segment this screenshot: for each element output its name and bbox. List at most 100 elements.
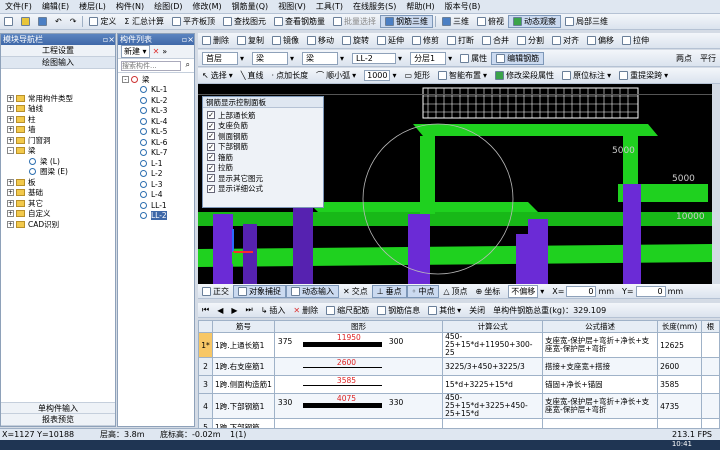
coord-toggle[interactable]: ⊕ 坐标 <box>472 286 505 297</box>
move-button[interactable]: 移动 <box>303 35 338 46</box>
checkbox-checked[interactable]: ✓ <box>207 132 215 141</box>
menu-item[interactable]: 钢筋量(Q) <box>227 1 274 12</box>
properties-button[interactable]: 属性 <box>456 53 491 64</box>
count-cell[interactable] <box>701 393 720 419</box>
relabel-span-button[interactable]: 重提梁跨 ▾ <box>615 70 672 81</box>
nav-tree-item[interactable]: + 基础 <box>7 188 115 199</box>
rebar-3d-button[interactable]: 钢筋三维 <box>380 15 434 28</box>
checkbox-checked[interactable]: ✓ <box>207 142 215 151</box>
rebar-option[interactable]: ✓ 显示其它图元 <box>207 173 323 184</box>
first-icon[interactable]: ⏮ <box>198 305 213 315</box>
checkbox-checked[interactable]: ✓ <box>207 121 215 130</box>
extend-button[interactable]: 延伸 <box>373 35 408 46</box>
length-cell[interactable]: 3585 <box>657 375 703 394</box>
radius-select[interactable]: 1000 ▾ <box>360 70 400 81</box>
table-row[interactable]: 1* 1跨.上通长筋1 375 11950 300 450-25+15*d+11950+3… <box>198 332 720 358</box>
count-cell[interactable] <box>701 375 720 394</box>
nav-tree-item[interactable]: + CAD识别 <box>7 219 115 230</box>
subtype-select[interactable]: 梁 ▾ <box>298 51 348 65</box>
delete-button[interactable]: 删除 <box>198 35 233 46</box>
x-coord-field[interactable]: X= 0 mm <box>548 285 618 297</box>
menu-item[interactable]: 编辑(E) <box>37 1 74 12</box>
nav-tree-item[interactable]: + 柱 <box>7 114 115 125</box>
offset-select[interactable]: 不偏移 ▾ <box>504 284 548 298</box>
open-file-icon[interactable] <box>17 17 34 26</box>
description-cell[interactable]: 搭接+支座宽+搭接 <box>542 357 659 376</box>
prev-icon[interactable]: ◀ <box>213 306 227 315</box>
line-button[interactable]: ╲ 直线 <box>237 70 268 81</box>
formula-cell[interactable]: 15*d+3225+15*d <box>442 375 544 394</box>
nav-tree-item[interactable]: + 板 <box>7 177 115 188</box>
find-button[interactable]: 查找图元 <box>219 16 270 27</box>
sum-calc-button[interactable]: Σ 汇总计算 <box>120 16 168 27</box>
checkbox-checked[interactable]: ✓ <box>207 111 215 120</box>
shape-cell[interactable]: 2600 <box>273 357 444 376</box>
nav-tree-item[interactable]: 梁 (L) <box>7 156 115 167</box>
delete-row-button[interactable]: ✕ 删除 <box>289 305 322 316</box>
expand-icon[interactable]: + <box>7 115 14 123</box>
shape-cell[interactable]: 330 4075 330 <box>273 393 444 419</box>
menu-item[interactable]: 版本号(B) <box>440 1 486 12</box>
checkbox-checked[interactable]: ✓ <box>207 184 215 193</box>
menu-item[interactable]: 在线服务(S) <box>348 1 401 12</box>
expand-icon[interactable]: + <box>7 126 14 134</box>
stretch-button[interactable]: 拉伸 <box>618 35 653 46</box>
component-list-item[interactable]: L-2 <box>122 169 194 180</box>
menu-item[interactable]: 工具(T) <box>311 1 348 12</box>
origin-label-button[interactable]: 原位标注 ▾ <box>558 70 615 81</box>
nav-tree-item[interactable]: + 墙 <box>7 125 115 136</box>
nav-tree-item[interactable]: + 其它 <box>7 198 115 209</box>
component-list-item[interactable]: L-3 <box>122 179 194 190</box>
smart-layout-button[interactable]: 智能布置 ▾ <box>434 70 491 81</box>
more-icon[interactable]: » <box>162 47 167 56</box>
length-cell[interactable]: 2600 <box>657 357 703 376</box>
rebar-option[interactable]: ✓ 拉筋 <box>207 163 323 174</box>
nav-tree-item[interactable]: 圈梁 (E) <box>7 167 115 178</box>
component-list-item[interactable]: KL-5 <box>122 127 194 138</box>
ortho-toggle[interactable]: 正交 <box>198 286 233 297</box>
rebar-info-button[interactable]: 钢筋信息 <box>373 305 424 316</box>
expand-icon[interactable]: + <box>7 220 14 228</box>
project-setup-button[interactable]: 工程设置 <box>1 45 115 57</box>
menu-item[interactable]: 绘图(D) <box>149 1 187 12</box>
rebar-name-cell[interactable]: 1跨.上通长筋1 <box>211 332 275 358</box>
menu-item[interactable]: 文件(F) <box>0 1 37 12</box>
redo-icon[interactable]: ↷ <box>66 17 81 26</box>
rebar-option[interactable]: ✓ 箍筋 <box>207 152 323 163</box>
mid-snap-toggle[interactable]: ◦ 中点 <box>406 284 440 298</box>
menu-item[interactable]: 视图(V) <box>273 1 311 12</box>
view-3d-button[interactable]: 三维 <box>438 16 473 27</box>
offset-button[interactable]: 偏移 <box>583 35 618 46</box>
dynamic-view-button[interactable]: 动态观察 <box>508 15 562 28</box>
shape-cell[interactable]: 3585 <box>273 375 444 394</box>
rebar-option[interactable]: ✓ 支座负筋 <box>207 121 323 132</box>
nav-tree-item[interactable]: + 自定义 <box>7 209 115 220</box>
nav-tree-item[interactable]: + 常用构件类型 <box>7 93 115 104</box>
expand-icon[interactable]: + <box>7 178 14 186</box>
break-button[interactable]: 打断 <box>443 35 478 46</box>
snap-toggle[interactable]: 对象捕捉 <box>233 284 286 298</box>
table-row[interactable]: 2 1跨.右支座筋1 2600 3225/3+450+3225/3 搭接+支座宽+搭接 2… <box>198 357 720 376</box>
last-icon[interactable]: ⏭ <box>242 305 257 315</box>
expand-icon[interactable]: + <box>7 105 14 113</box>
align-top-button[interactable]: 平齐板顶 <box>168 16 219 27</box>
modify-span-button[interactable]: 修改梁段属性 <box>491 70 558 81</box>
rebar-option[interactable]: ✓ 侧面钢筋 <box>207 131 323 142</box>
rebar-option[interactable]: ✓ 下部钢筋 <box>207 142 323 153</box>
dynamic-input-toggle[interactable]: 动态输入 <box>286 284 339 298</box>
pin-close-icon[interactable]: ▫× <box>182 35 194 44</box>
rebar-name-cell[interactable]: 1跨.下部钢筋1 <box>211 393 275 419</box>
component-search-input[interactable] <box>121 61 181 71</box>
component-list-item[interactable]: KL-7 <box>122 148 194 159</box>
next-icon[interactable]: ▶ <box>227 306 241 315</box>
two-point-button[interactable]: 两点 <box>672 53 696 64</box>
description-cell[interactable]: 锚固+净长+锚固 <box>542 375 659 394</box>
rebar-option[interactable]: ✓ 上部通长筋 <box>207 110 323 121</box>
split-button[interactable]: 分割 <box>513 35 548 46</box>
insert-button[interactable]: ↳ 插入 <box>257 305 290 316</box>
count-cell[interactable] <box>701 332 720 358</box>
vertical-snap-toggle[interactable]: ⊥ 垂点 <box>371 284 407 298</box>
expand-icon[interactable]: + <box>7 199 14 207</box>
layer-select[interactable]: 分层1 ▾ <box>406 51 456 65</box>
expand-icon[interactable]: + <box>7 136 14 144</box>
